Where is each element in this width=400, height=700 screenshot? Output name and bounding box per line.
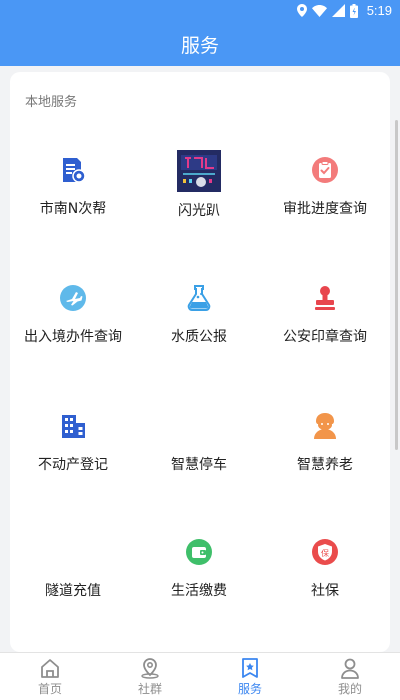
location-icon: [296, 4, 307, 17]
service-label: 智慧停车: [171, 457, 227, 473]
document-badge-icon: [53, 150, 93, 190]
status-bar: 5:19: [0, 0, 400, 22]
service-label: 水质公报: [171, 329, 227, 345]
service-label: 公安印章查询: [283, 329, 367, 345]
service-item[interactable]: 智慧养老: [262, 406, 388, 474]
home-icon: [37, 656, 63, 680]
service-label: 不动产登记: [38, 457, 108, 473]
service-label: 出入境办件查询: [24, 329, 122, 345]
service-label: 市南N次帮: [39, 201, 107, 217]
service-label: 闪光趴: [178, 203, 220, 219]
service-item[interactable]: 出入境办件查询: [10, 278, 136, 346]
service-item[interactable]: 闪光趴: [136, 150, 262, 220]
community-pin-icon: [137, 656, 163, 680]
scrollbar[interactable]: [395, 120, 398, 450]
services-card: 本地服务 市南N次帮 闪光趴 审批进度查询 出入境办件查询 水质公报 公安印章查…: [10, 72, 390, 652]
service-label: 生活缴费: [171, 583, 227, 599]
flash-party-logo: [177, 150, 221, 192]
building-icon: [53, 406, 93, 446]
service-label: 社保: [311, 583, 339, 599]
status-icons: 5:19: [296, 3, 392, 18]
service-label: 隧道充值: [45, 583, 101, 599]
service-item[interactable]: 智慧停车: [136, 406, 262, 474]
bookmark-star-icon: [237, 656, 263, 680]
wifi-icon: [311, 4, 327, 17]
insurance-shield-icon: 保: [305, 532, 345, 572]
signal-icon: [331, 4, 345, 17]
service-item[interactable]: 保 社保: [262, 532, 388, 600]
tab-label: 首页: [37, 682, 62, 696]
svg-text:保: 保: [321, 548, 329, 558]
elderly-icon: [305, 406, 345, 446]
airplane-icon: [53, 278, 93, 318]
service-label: 智慧养老: [297, 457, 353, 473]
tunnel-icon: [53, 532, 93, 572]
tab-label: 服务: [237, 682, 262, 696]
bottom-tab-bar: 首页 社群 服务 我的: [0, 652, 400, 700]
service-item[interactable]: 生活缴费: [136, 532, 262, 600]
service-label: 审批进度查询: [283, 201, 367, 217]
approval-check-icon: [305, 150, 345, 190]
tab-community[interactable]: 社群: [100, 653, 200, 700]
tab-profile[interactable]: 我的: [300, 653, 400, 700]
page-title: 服务: [180, 34, 219, 57]
battery-icon: [349, 3, 358, 18]
flask-icon: [179, 278, 219, 318]
parking-car-icon: [179, 406, 219, 446]
wallet-icon: [179, 532, 219, 572]
service-item[interactable]: 水质公报: [136, 278, 262, 346]
tab-label: 我的: [337, 682, 362, 696]
section-title: 本地服务: [25, 95, 78, 110]
service-item[interactable]: 公安印章查询: [262, 278, 388, 346]
stamp-icon: [305, 278, 345, 318]
service-item[interactable]: 不动产登记: [10, 406, 136, 474]
tab-label: 社群: [137, 682, 162, 696]
user-icon: [337, 656, 363, 680]
service-item[interactable]: 隧道充值: [10, 532, 136, 600]
header: 服务: [0, 22, 400, 66]
status-time: 5:19: [366, 3, 392, 18]
service-item[interactable]: 市南N次帮: [10, 150, 136, 218]
tab-home[interactable]: 首页: [0, 653, 100, 700]
service-item[interactable]: 审批进度查询: [262, 150, 388, 218]
tab-services[interactable]: 服务: [200, 653, 300, 700]
